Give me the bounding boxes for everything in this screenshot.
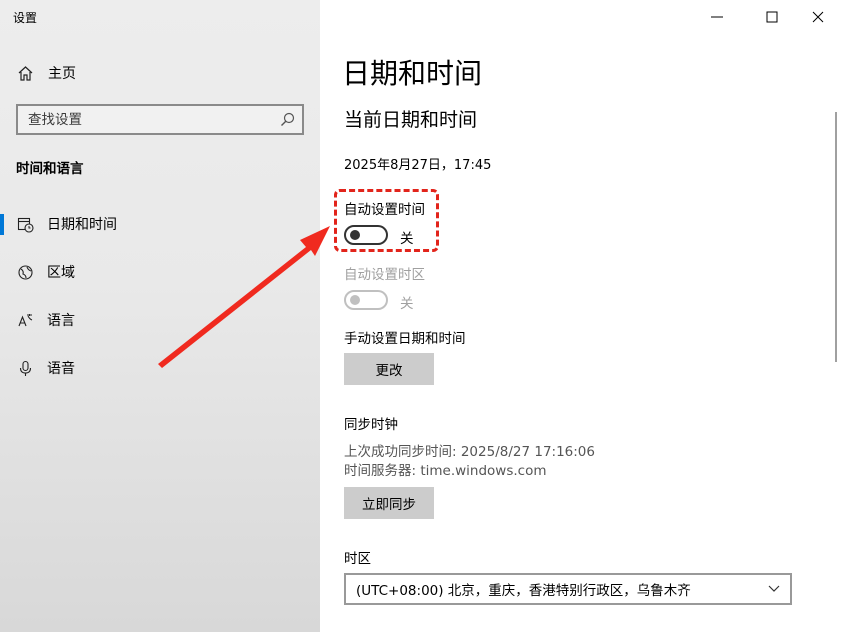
search-input[interactable] <box>18 106 302 133</box>
close-button[interactable] <box>805 4 831 30</box>
toggle-knob <box>350 295 360 305</box>
auto-timezone-toggle[interactable] <box>344 290 388 310</box>
section-title: 时间和语言 <box>16 161 84 177</box>
app-title: 设置 <box>13 11 38 25</box>
sidebar-item-language[interactable]: 语言 <box>0 302 320 338</box>
sidebar-item-label: 日期和时间 <box>47 217 117 233</box>
page-title: 日期和时间 <box>342 57 483 90</box>
language-icon <box>18 313 33 326</box>
minimize-icon <box>711 16 723 18</box>
timezone-label: 时区 <box>344 551 371 567</box>
globe-icon <box>18 264 33 280</box>
home-nav[interactable]: 主页 <box>17 62 76 84</box>
last-sync-text: 上次成功同步时间: 2025/8/27 17:16:06 <box>344 444 595 460</box>
auto-timezone-state: 关 <box>400 296 414 312</box>
sidebar-item-label: 语言 <box>47 313 75 329</box>
sync-title: 同步时钟 <box>344 417 398 433</box>
home-label: 主页 <box>48 66 76 82</box>
timezone-select[interactable]: (UTC+08:00) 北京，重庆，香港特别行政区，乌鲁木齐 <box>344 573 792 605</box>
search-icon[interactable] <box>280 112 295 127</box>
microphone-icon <box>19 360 32 376</box>
sidebar-item-label: 语音 <box>47 361 75 377</box>
auto-timezone-label: 自动设置时区 <box>344 267 425 283</box>
chevron-down-icon <box>768 585 780 592</box>
sidebar-item-label: 区域 <box>47 265 75 281</box>
current-datetime: 2025年8月27日，17:45 <box>344 158 492 173</box>
search-box[interactable] <box>16 104 304 135</box>
maximize-icon <box>766 11 778 23</box>
section-heading: 当前日期和时间 <box>344 109 478 131</box>
time-server-text: 时间服务器: time.windows.com <box>344 463 547 479</box>
clock-calendar-icon <box>17 217 34 233</box>
sidebar-item-datetime[interactable]: 日期和时间 <box>0 206 320 242</box>
home-icon <box>18 65 33 81</box>
sidebar: 设置 主页 时间和语言 日期和时间 区域 <box>0 0 320 632</box>
manual-datetime-label: 手动设置日期和时间 <box>344 331 466 347</box>
sidebar-item-region[interactable]: 区域 <box>0 254 320 290</box>
main-panel: 日期和时间 当前日期和时间 2025年8月27日，17:45 自动设置时间 关 … <box>320 0 841 632</box>
minimize-button[interactable] <box>704 4 730 30</box>
change-button[interactable]: 更改 <box>344 353 434 385</box>
close-icon <box>812 11 824 23</box>
scrollbar[interactable] <box>835 112 837 362</box>
maximize-button[interactable] <box>759 4 785 30</box>
sidebar-item-speech[interactable]: 语音 <box>0 350 320 386</box>
sync-now-button[interactable]: 立即同步 <box>344 487 434 519</box>
highlight-box <box>334 189 439 252</box>
timezone-value: (UTC+08:00) 北京，重庆，香港特别行政区，乌鲁木齐 <box>356 583 691 599</box>
